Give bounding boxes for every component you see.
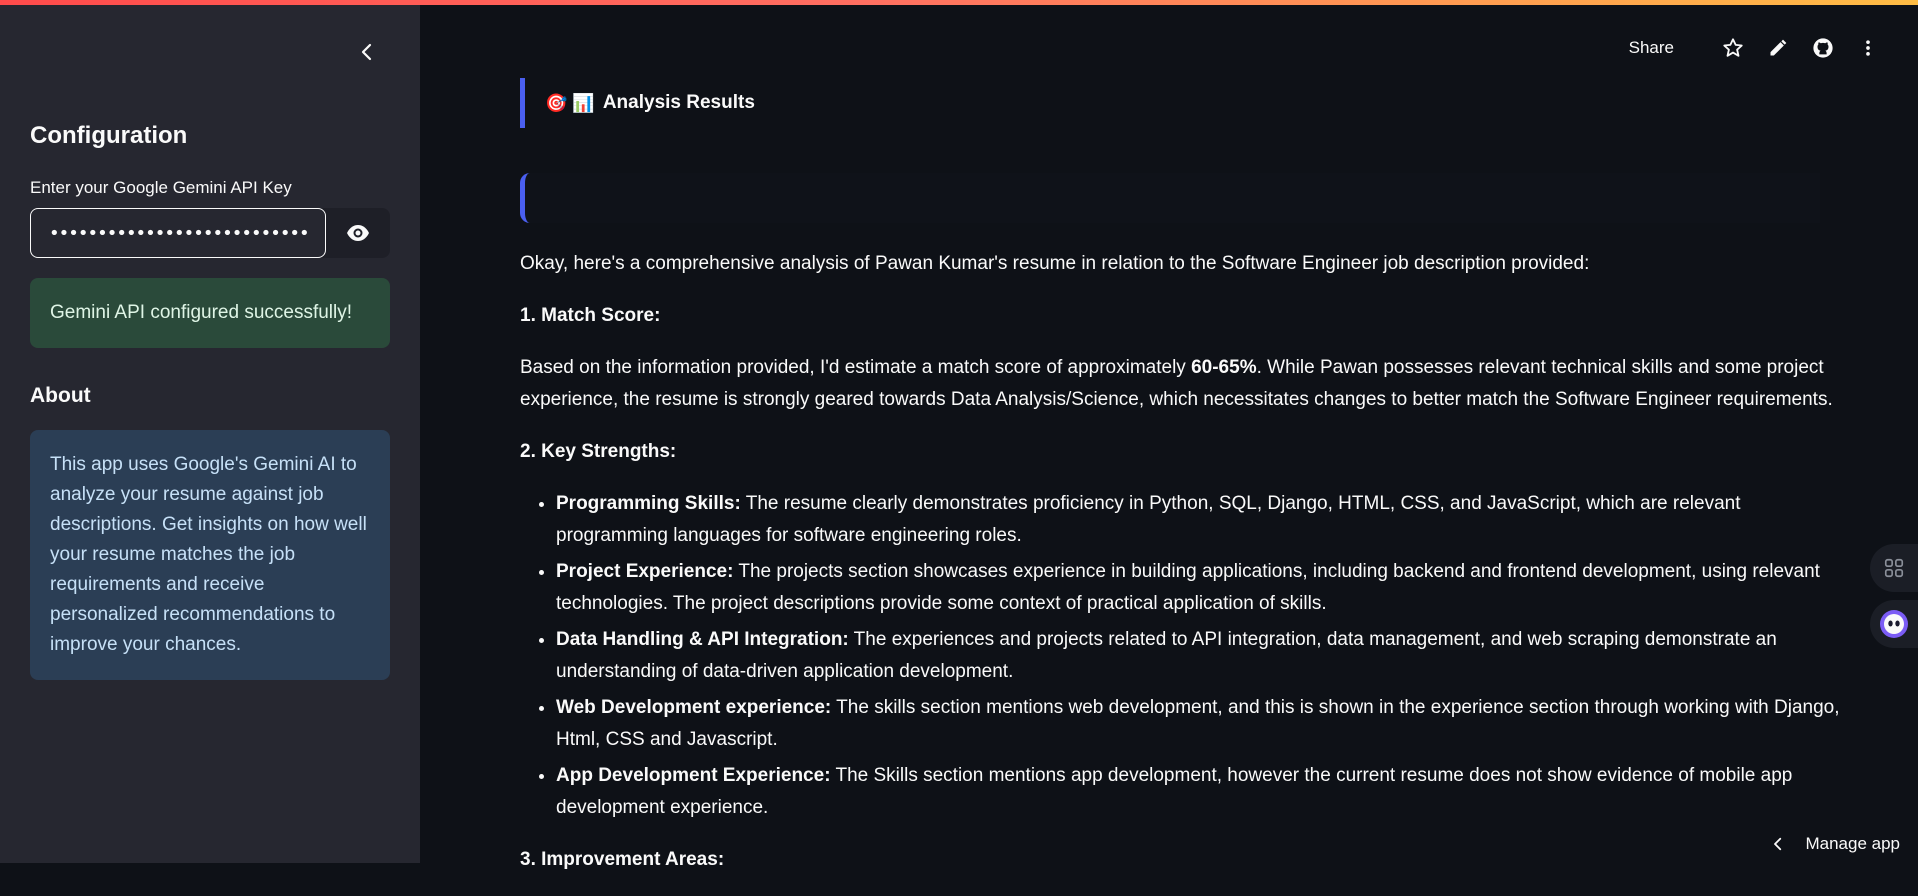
list-item: Project Experience: The projects section… bbox=[556, 556, 1840, 620]
github-button[interactable] bbox=[1811, 36, 1835, 60]
main-menu-button[interactable] bbox=[1856, 36, 1880, 60]
match-score-value: 60-65% bbox=[1191, 357, 1257, 378]
list-item: Programming Skills: The resume clearly d… bbox=[556, 488, 1840, 552]
share-button[interactable]: Share bbox=[1629, 38, 1674, 58]
edit-pencil-icon bbox=[1770, 39, 1787, 56]
star-icon bbox=[1723, 38, 1743, 57]
list-item: Web Development experience: The skills s… bbox=[556, 692, 1840, 756]
header-emojis: 🎯 📊 bbox=[545, 92, 595, 113]
match-score-heading: 1. Match Score: bbox=[520, 305, 661, 326]
api-key-field bbox=[30, 208, 390, 258]
api-key-input[interactable] bbox=[30, 208, 326, 258]
api-key-label: Enter your Google Gemini API Key bbox=[30, 178, 292, 197]
intro-paragraph: Okay, here's a comprehensive analysis of… bbox=[520, 253, 1590, 274]
match-score-paragraph: Based on the information provided, I'd e… bbox=[520, 352, 1840, 416]
github-icon bbox=[1813, 38, 1833, 58]
command-grid-icon bbox=[1884, 558, 1904, 578]
analysis-results-header: 🎯 📊 Analysis Results bbox=[520, 78, 1720, 128]
analysis-content: Okay, here's a comprehensive analysis of… bbox=[520, 248, 1840, 896]
edit-button[interactable] bbox=[1766, 36, 1790, 60]
assistant-button[interactable] bbox=[1870, 600, 1918, 648]
about-title: About bbox=[30, 384, 91, 407]
manage-app-button[interactable]: Manage app bbox=[1755, 825, 1900, 863]
star-button[interactable] bbox=[1721, 36, 1745, 60]
strength-title: Programming Skills: bbox=[556, 493, 741, 514]
about-info-box: This app uses Google's Gemini AI to anal… bbox=[30, 430, 390, 680]
success-message: Gemini API configured successfully! bbox=[50, 302, 353, 323]
sidebar: Configuration Enter your Google Gemini A… bbox=[0, 0, 420, 863]
toggle-visibility-button[interactable] bbox=[326, 208, 390, 258]
strength-text: The projects section showcases experienc… bbox=[556, 561, 1820, 614]
match-text-pre: Based on the information provided, I'd e… bbox=[520, 357, 1192, 378]
key-strengths-list: Programming Skills: The resume clearly d… bbox=[520, 488, 1840, 824]
list-item: App Development Experience: The Skills s… bbox=[556, 760, 1840, 824]
command-grid-button[interactable] bbox=[1870, 544, 1918, 592]
app-toolbar: Share bbox=[1629, 36, 1880, 60]
top-decoration-bar bbox=[0, 0, 1918, 5]
configuration-title: Configuration bbox=[30, 122, 188, 149]
collapse-sidebar-button[interactable] bbox=[355, 40, 379, 64]
strength-title: Web Development experience: bbox=[556, 697, 832, 718]
more-vertical-icon bbox=[1866, 40, 1870, 56]
main-content: Share 🎯 📊 Analysis Results Okay, here's … bbox=[420, 0, 1918, 870]
list-item: Data Handling & API Integration: The exp… bbox=[556, 624, 1840, 688]
manage-app-label: Manage app bbox=[1805, 834, 1900, 853]
eye-icon bbox=[347, 225, 369, 241]
chevron-left-icon bbox=[1774, 837, 1782, 851]
key-strengths-heading: 2. Key Strengths: bbox=[520, 441, 677, 462]
strength-title: Project Experience: bbox=[556, 561, 734, 582]
analysis-results-title: Analysis Results bbox=[602, 92, 755, 113]
improvement-areas-heading: 3. Improvement Areas: bbox=[520, 849, 725, 870]
strength-title: App Development Experience: bbox=[556, 765, 831, 786]
assistant-bot-icon bbox=[1880, 610, 1908, 638]
chevron-left-icon bbox=[361, 43, 372, 61]
success-alert: Gemini API configured successfully! bbox=[30, 278, 390, 348]
about-text: This app uses Google's Gemini AI to anal… bbox=[50, 454, 367, 655]
strength-title: Data Handling & API Integration: bbox=[556, 629, 849, 650]
results-callout-box bbox=[520, 173, 1820, 223]
